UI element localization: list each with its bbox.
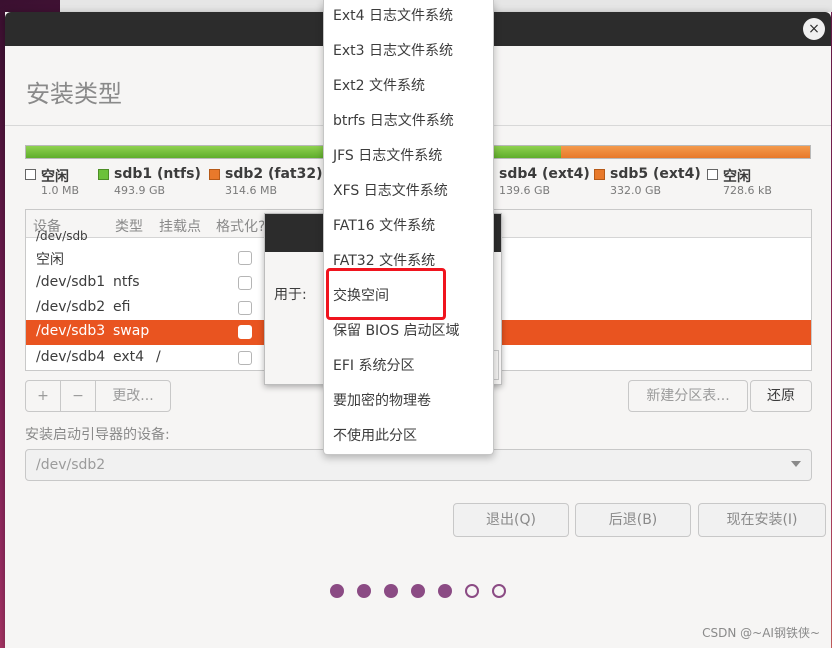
header-mount[interactable]: 挂载点	[159, 216, 201, 236]
menu-item-xfs[interactable]: XFS 日志文件系统	[333, 180, 448, 200]
menu-item-fat32[interactable]: FAT32 文件系统	[333, 250, 435, 270]
legend-name: sdb5 (ext4)	[610, 166, 701, 182]
format-checkbox[interactable]	[238, 325, 252, 339]
menu-item-fat16[interactable]: FAT16 文件系统	[333, 215, 435, 235]
legend-name: 空闲	[41, 169, 69, 185]
new-partition-table-button[interactable]: 新建分区表...	[628, 380, 748, 412]
cell-device: /dev/sdb3	[36, 323, 106, 339]
format-checkbox[interactable]	[238, 276, 252, 290]
menu-item-jfs[interactable]: JFS 日志文件系统	[333, 145, 442, 165]
progress-dot-filled	[330, 584, 344, 598]
bootloader-device-label: 安装启动引导器的设备:	[25, 427, 170, 443]
menu-item-ext3[interactable]: Ext3 日志文件系统	[333, 40, 453, 60]
menu-item-efi[interactable]: EFI 系统分区	[333, 355, 414, 375]
cell-type: ext4	[113, 349, 145, 365]
format-checkbox[interactable]	[238, 251, 252, 265]
format-checkbox[interactable]	[238, 301, 252, 315]
legend-name: sdb2 (fat32)	[225, 166, 323, 182]
format-checkbox[interactable]	[238, 351, 252, 365]
legend-size: 139.6 GB	[499, 184, 551, 197]
menu-item-bios-boot[interactable]: 保留 BIOS 启动区域	[333, 320, 460, 340]
menu-item-ext2[interactable]: Ext2 文件系统	[333, 75, 425, 95]
cell-device: /dev/sdb4	[36, 349, 106, 365]
add-partition-button[interactable]: +	[25, 380, 61, 412]
progress-dot-filled	[384, 584, 398, 598]
bootloader-device-value: /dev/sdb2	[36, 457, 106, 473]
remove-partition-button[interactable]: −	[60, 380, 96, 412]
cell-device: /dev/sdb2	[36, 299, 106, 315]
menu-item-do-not-use[interactable]: 不使用此分区	[333, 425, 417, 445]
cell-mount: /	[156, 349, 161, 365]
cell-device: /dev/sdb1	[36, 274, 106, 290]
progress-dot-empty	[465, 584, 479, 598]
legend-swatch-icon	[25, 169, 36, 180]
progress-dots	[324, 584, 524, 600]
table-row-cut: /dev/sdb	[36, 229, 88, 243]
legend-size: 493.9 GB	[114, 184, 166, 197]
revert-button[interactable]: 还原	[750, 380, 812, 412]
legend-name: sdb4 (ext4)	[499, 166, 590, 182]
legend-name: 空闲	[723, 169, 751, 185]
back-button[interactable]: 后退(B)	[575, 503, 691, 537]
legend-size: 314.6 MB	[225, 184, 278, 197]
quit-button[interactable]: 退出(Q)	[453, 503, 569, 537]
cell-device: 空闲	[36, 252, 64, 268]
legend-swatch-icon	[594, 169, 605, 180]
legend-size: 728.6 kB	[723, 184, 772, 197]
progress-dot-filled	[438, 584, 452, 598]
use-as-label: 用于:	[274, 287, 307, 303]
use-as-dropdown-menu: Ext4 日志文件系统 Ext3 日志文件系统 Ext2 文件系统 btrfs …	[323, 0, 494, 455]
legend-size: 332.0 GB	[610, 184, 662, 197]
change-partition-button[interactable]: 更改...	[95, 380, 171, 412]
annotation-highlight-box	[326, 268, 446, 320]
menu-item-encrypted-volume[interactable]: 要加密的物理卷	[333, 390, 431, 410]
legend-swatch-icon	[707, 169, 718, 180]
header-format[interactable]: 格式化?	[216, 216, 265, 236]
watermark: CSDN @~AI钢铁侠~	[702, 626, 820, 640]
progress-dot-filled	[411, 584, 425, 598]
install-now-button[interactable]: 现在安装(I)	[698, 503, 826, 537]
menu-item-ext4[interactable]: Ext4 日志文件系统	[333, 5, 453, 25]
progress-dot-empty	[492, 584, 506, 598]
header-type[interactable]: 类型	[115, 216, 143, 236]
progress-dot-filled	[357, 584, 371, 598]
legend-swatch-icon	[98, 169, 109, 180]
chevron-down-icon	[791, 461, 801, 467]
partition-bar-segment-ext4	[561, 146, 810, 158]
cell-type: efi	[113, 299, 131, 315]
legend-size: 1.0 MB	[41, 184, 80, 197]
menu-item-btrfs[interactable]: btrfs 日志文件系统	[333, 110, 454, 130]
legend-swatch-icon	[209, 169, 220, 180]
legend-name: sdb1 (ntfs)	[114, 166, 201, 182]
close-icon[interactable]: ×	[803, 18, 825, 40]
cell-type: swap	[113, 323, 150, 339]
cell-type: ntfs	[113, 274, 140, 290]
page-title: 安装类型	[26, 80, 122, 108]
